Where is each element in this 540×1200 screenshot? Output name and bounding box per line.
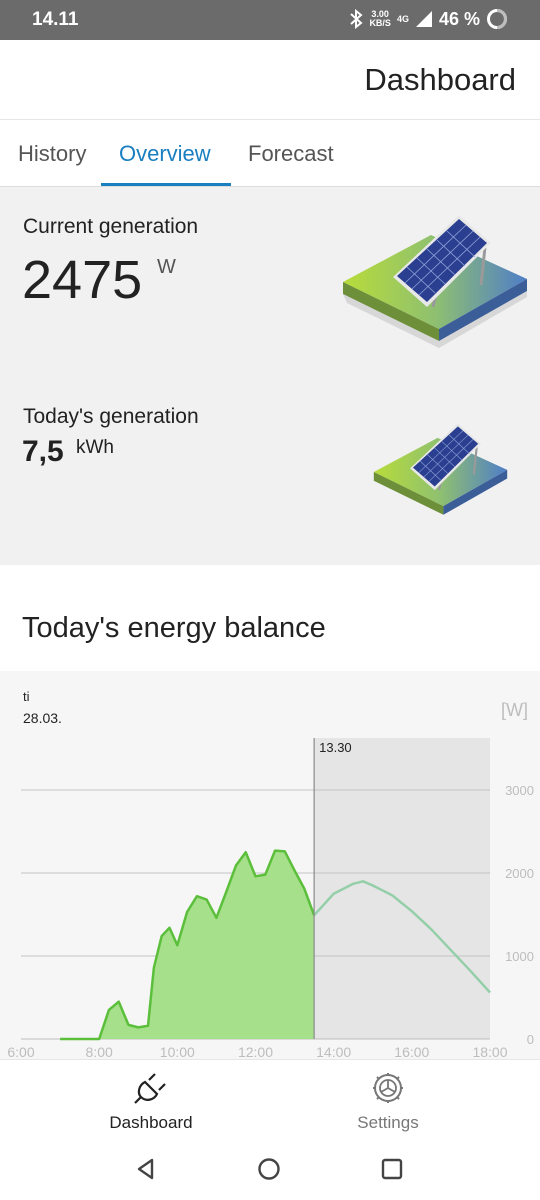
energy-chart-svg: 0 1000 2000 3000 13.30 6:00 8:00 10:00 12:00 14:0… [7,689,534,1059]
y-tick-label: 3000 [505,783,534,798]
x-tick-label: 12:00 [238,1044,273,1059]
current-generation-unit: W [157,256,176,278]
x-tick-label: 8:00 [86,1044,113,1059]
chart-day-label: ti [23,689,30,704]
back-icon[interactable] [134,1157,158,1181]
page-title: Dashboard [364,62,516,97]
chart-date-label: 28.03. [23,710,62,726]
y-tick-label: 2000 [505,866,534,881]
nav-dashboard-label: Dashboard [109,1113,193,1132]
today-generation-label: Today's generation [23,405,199,428]
net-speed: 3.00 KB/S [369,9,391,28]
overview-panel: Current generation 2475 W Today's genera… [0,187,540,565]
status-bar: 14.11 3.00 KB/S 4G 46 % [0,0,540,40]
bluetooth-icon [350,9,363,29]
today-generation-unit: kWh [76,437,114,458]
plug-icon [134,1073,166,1104]
x-tick-label: 14:00 [316,1044,351,1059]
tab-active-indicator [101,183,231,186]
nav-dashboard[interactable]: Dashboard [71,1070,231,1133]
chart-unit-label: [W] [501,700,528,720]
tab-overview[interactable]: Overview [119,141,211,167]
energy-balance-title: Today's energy balance [22,612,326,644]
x-tick-label: 10:00 [160,1044,195,1059]
current-generation-value: 2475 [22,250,143,310]
current-generation-label: Current generation [23,215,199,238]
y-tick-label: 0 [527,1032,534,1047]
tab-history[interactable]: History [18,141,86,167]
energy-balance-chart[interactable]: 0 1000 2000 3000 13.30 6:00 8:00 10:00 12:00 14:0… [0,671,540,1059]
status-time: 14.11 [32,9,79,30]
recents-icon[interactable] [380,1157,404,1181]
now-marker-label: 13.30 [319,740,352,755]
tab-forecast[interactable]: Forecast [248,141,334,167]
nav-settings[interactable]: Settings [308,1070,468,1133]
future-shade [314,738,490,1039]
status-icons: 3.00 KB/S 4G 46 % [349,8,508,30]
solar-panel-small-icon [373,423,508,515]
y-tick-label: 1000 [505,949,534,964]
tab-bar: History Overview Forecast [0,121,540,187]
settings-gear-icon [373,1073,403,1103]
app-bar: Dashboard [0,40,540,120]
actual-generation-area [60,850,315,1039]
today-generation-value: 7,5 [22,435,64,468]
x-tick-label: 16:00 [394,1044,429,1059]
battery-percent: 46 % [438,8,480,29]
x-tick-label: 6:00 [7,1044,34,1059]
x-tick-label: 18:00 [472,1044,507,1059]
signal-icon [415,11,432,27]
network-type: 4G [396,13,409,24]
system-nav-bar [0,1143,540,1200]
bottom-nav: Dashboard Settings [0,1059,540,1143]
solar-panel-large-icon [343,215,527,348]
battery-icon [487,9,507,29]
nav-settings-label: Settings [357,1113,419,1132]
home-icon[interactable] [257,1157,281,1181]
